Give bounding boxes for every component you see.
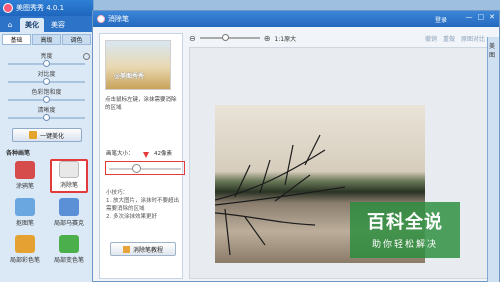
home-icon: ⌂	[7, 21, 13, 29]
dialog-logo-icon	[97, 15, 105, 23]
site-watermark: 百科全说 助你轻松解决	[350, 202, 460, 258]
tab-color[interactable]: 调色	[62, 34, 91, 45]
brush-tools: 涂鸦笔 消除笔 抠图笔 局部马赛克 局部彩色笔 局部变色笔	[0, 157, 93, 269]
mosaic-icon	[59, 198, 79, 216]
tab-advanced[interactable]: 高级	[32, 34, 61, 45]
main-window: 美图秀秀 4.0.1 ⌂ 美化 美容 基础 高级 调色 亮度 对比度 色彩饱和度…	[0, 0, 94, 282]
brightness-slider[interactable]	[8, 60, 85, 67]
adjust-sliders: 亮度 对比度 色彩饱和度 清晰度	[0, 51, 93, 121]
tab-basic[interactable]: 基础	[2, 34, 31, 45]
cutout-pen-icon	[15, 198, 35, 216]
usage-hint: 点击鼠标左键，涂抹需要消除的区域	[105, 97, 177, 111]
slider-label: 亮度	[40, 53, 53, 60]
magic-icon	[28, 131, 37, 139]
canvas-toolbar: ⊖ ⊕ 1:1原大 撤销 重做 原图对比	[189, 31, 489, 45]
slider-label: 色彩饱和度	[31, 89, 62, 96]
slider-label: 对比度	[37, 71, 56, 78]
slider-thumb[interactable]	[43, 78, 50, 85]
tutorial-icon	[122, 245, 130, 253]
watermark-title: 百科全说	[367, 212, 443, 233]
tool-label: 抠图笔	[15, 220, 34, 227]
dialog-title: 消除笔	[108, 15, 129, 23]
tool-label: 消除笔	[59, 182, 78, 189]
compare-button[interactable]: 原图对比	[461, 34, 485, 43]
sub-tabs: 基础 高级 调色	[0, 32, 93, 47]
undo-button[interactable]: 撤销	[425, 34, 437, 43]
tips: 小技巧： 1. 放大图片，涂抹时不要超出需要消除的区域 2. 多次涂抹效果更好	[106, 189, 182, 221]
eraser-settings-panel: @美图秀秀 点击鼠标左键，涂抹需要消除的区域 画笔大小： 42像素 小技巧： 1…	[99, 33, 185, 279]
demo-image: @美图秀秀	[105, 40, 171, 90]
close-icon[interactable]: ✕	[489, 13, 495, 21]
mosaic-tool[interactable]: 局部马赛克	[50, 196, 88, 230]
tab-beauty[interactable]: 美容	[46, 18, 70, 32]
home-tab[interactable]: ⌂	[2, 18, 18, 32]
gear-icon[interactable]	[83, 53, 90, 60]
one-key-label: 一键美化	[39, 132, 64, 140]
slider-label: 清晰度	[37, 107, 56, 114]
maximize-icon[interactable]: □	[478, 13, 485, 21]
app-logo-icon	[3, 3, 13, 13]
brush-size-value: 42像素	[154, 151, 172, 157]
dialog-title-bar: 消除笔 登录 — □ ✕	[93, 11, 499, 27]
tips-heading: 小技巧：	[106, 190, 129, 196]
app-title: 美图秀秀 4.0.1	[16, 4, 65, 12]
doodle-pen-icon	[15, 161, 35, 179]
annotation-arrow-icon	[143, 152, 149, 158]
minimize-icon[interactable]: —	[466, 13, 473, 21]
tool-label: 局部变色笔	[53, 257, 84, 264]
app-tabs: ⌂ 美化 美容	[0, 16, 93, 32]
right-panel-label: 美图	[489, 43, 496, 59]
brush-size-slider[interactable]	[109, 164, 181, 173]
tool-label: 涂鸦笔	[15, 183, 34, 190]
brush-heading: 各种画笔	[6, 150, 31, 157]
redo-button[interactable]: 重做	[443, 34, 455, 43]
tutorial-button[interactable]: 消除笔教程	[110, 242, 176, 256]
slider-thumb[interactable]	[43, 60, 50, 67]
recolor-pen-tool[interactable]: 局部变色笔	[50, 233, 88, 267]
eraser-pen-tool[interactable]: 消除笔	[50, 159, 88, 193]
eraser-pen-icon	[59, 161, 79, 178]
zoom-out-icon[interactable]: ⊖	[189, 34, 196, 43]
color-pen-icon	[15, 235, 35, 253]
tab-beautify[interactable]: 美化	[20, 18, 44, 32]
zoom-slider[interactable]	[199, 34, 260, 41]
tutorial-label: 消除笔教程	[132, 246, 163, 254]
sharpness-slider[interactable]	[8, 114, 85, 121]
right-panel: 美图	[487, 37, 499, 282]
login-link[interactable]: 登录	[435, 15, 447, 24]
demo-watermark: @美图秀秀	[114, 73, 145, 80]
tip-item: 2. 多次涂抹效果更好	[106, 214, 157, 220]
brush-size-label: 画笔大小：	[106, 151, 134, 157]
actual-size-button[interactable]: 1:1原大	[274, 34, 296, 43]
tip-item: 1. 放大图片，涂抹时不要超出需要消除的区域	[106, 198, 179, 212]
zoom-thumb[interactable]	[221, 34, 229, 41]
contrast-slider[interactable]	[8, 78, 85, 85]
tool-label: 局部彩色笔	[9, 257, 40, 264]
recolor-pen-icon	[59, 235, 79, 253]
app-title-bar: 美图秀秀 4.0.1	[0, 0, 93, 16]
doodle-pen-tool[interactable]: 涂鸦笔	[6, 159, 44, 193]
slider-thumb[interactable]	[43, 96, 50, 103]
watermark-subtitle: 助你轻松解决	[371, 240, 438, 250]
slider-thumb[interactable]	[43, 114, 50, 121]
zoom-in-icon[interactable]: ⊕	[264, 34, 271, 43]
history-actions: 撤销 重做 原图对比	[425, 34, 485, 43]
color-pen-tool[interactable]: 局部彩色笔	[6, 233, 44, 267]
cutout-pen-tool[interactable]: 抠图笔	[6, 196, 44, 230]
one-key-beautify-button[interactable]: 一键美化	[11, 128, 82, 142]
saturation-slider[interactable]	[8, 96, 85, 103]
window-controls: — □ ✕	[466, 13, 496, 21]
tool-label: 局部马赛克	[53, 220, 84, 227]
